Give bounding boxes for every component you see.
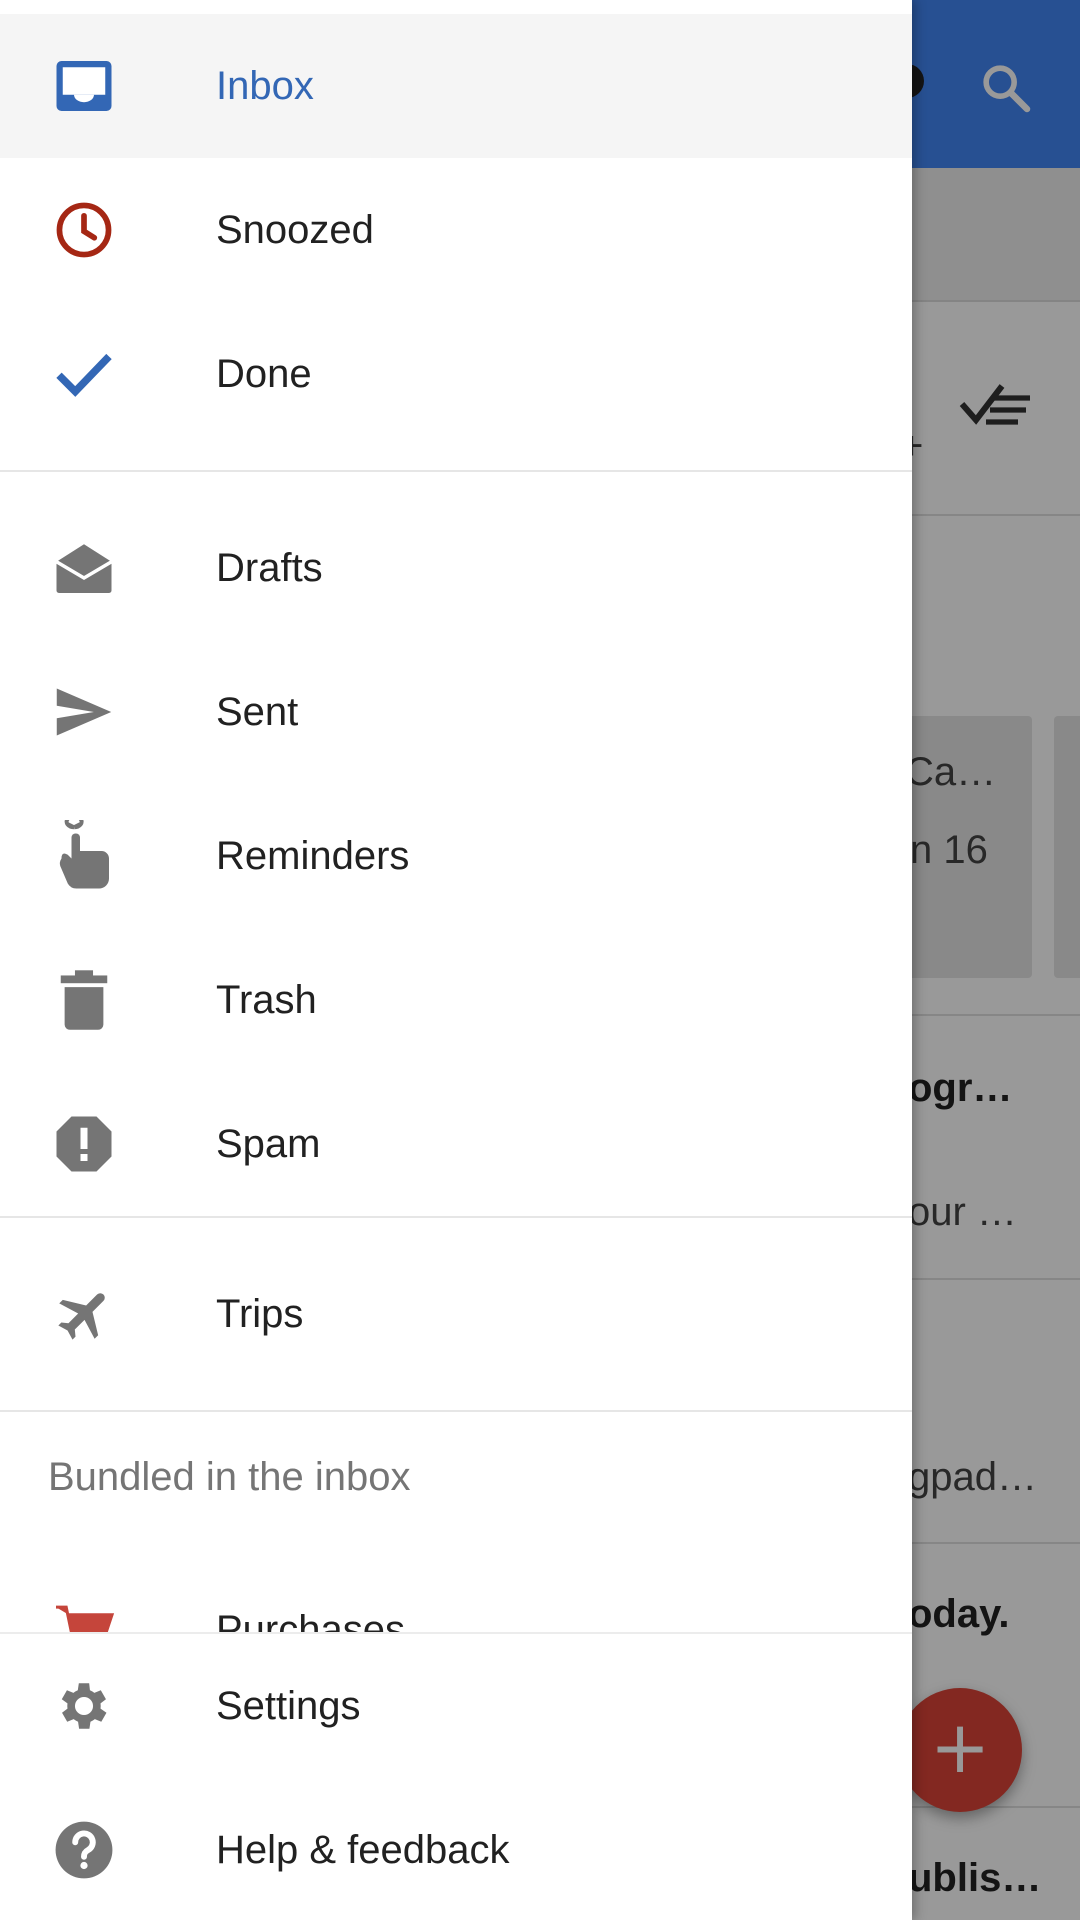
drawer-list: Inbox Snoozed Done Drafts Sent Reminders…: [0, 0, 912, 1632]
drawer-item-label: Done: [216, 352, 312, 396]
drawer-item-label: Trips: [216, 1292, 304, 1336]
envelope-open-icon: [48, 538, 120, 598]
drawer-item-trash[interactable]: Trash: [0, 928, 912, 1072]
drawer-item-settings[interactable]: Settings: [0, 1634, 912, 1778]
drawer-item-snoozed[interactable]: Snoozed: [0, 158, 912, 302]
drawer-item-trips[interactable]: Trips: [0, 1242, 912, 1386]
spam-icon: [48, 1114, 120, 1174]
drawer-divider: [0, 470, 912, 472]
drawer-item-spam[interactable]: Spam: [0, 1072, 912, 1216]
drawer-item-label: Help & feedback: [216, 1828, 510, 1872]
drawer-item-done[interactable]: Done: [0, 302, 912, 446]
drawer-footer: Settings Help & feedback: [0, 1632, 912, 1920]
drawer-item-label: Purchases: [216, 1608, 405, 1632]
send-icon: [48, 682, 120, 742]
cart-icon: [48, 1600, 120, 1632]
drawer-item-purchases[interactable]: Purchases: [0, 1558, 912, 1632]
drawer-divider: [0, 1410, 912, 1412]
reminder-finger-icon: [48, 820, 120, 889]
drawer-item-label: Spam: [216, 1122, 321, 1166]
check-icon: [48, 344, 120, 404]
drawer-item-label: Trash: [216, 978, 317, 1022]
drawer-item-reminders[interactable]: Reminders: [0, 784, 912, 928]
drawer-item-label: Snoozed: [216, 208, 374, 252]
clock-icon: [48, 200, 120, 260]
drawer-item-label: Sent: [216, 690, 299, 734]
drawer-item-label: Settings: [216, 1684, 361, 1728]
bundled-section-header: Bundled in the inbox: [48, 1455, 411, 1499]
help-icon: [48, 1820, 120, 1880]
drawer-item-label: Inbox: [216, 64, 314, 108]
airplane-icon: [48, 1284, 120, 1344]
drawer-item-sent[interactable]: Sent: [0, 640, 912, 784]
inbox-icon: [48, 56, 120, 116]
trash-icon: [48, 970, 120, 1030]
drawer-item-label: Reminders: [216, 834, 410, 878]
drawer-item-help[interactable]: Help & feedback: [0, 1778, 912, 1920]
navigation-drawer: Inbox Snoozed Done Drafts Sent Reminders…: [0, 0, 912, 1920]
drawer-item-inbox[interactable]: Inbox: [0, 14, 912, 158]
drawer-item-drafts[interactable]: Drafts: [0, 496, 912, 640]
drawer-divider: [0, 1216, 912, 1218]
gear-icon: [48, 1676, 120, 1736]
drawer-item-label: Drafts: [216, 546, 323, 590]
